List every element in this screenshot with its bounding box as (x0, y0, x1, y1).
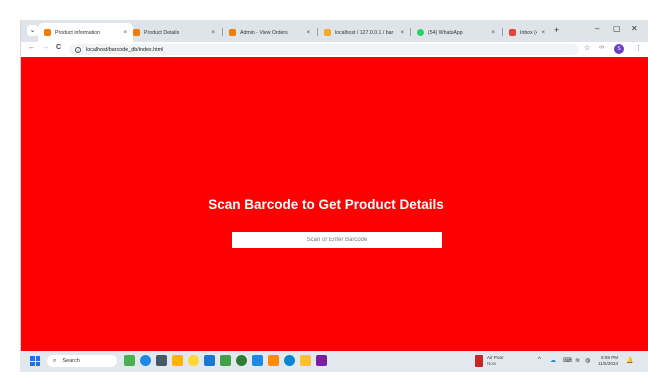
taskbar-search[interactable]: ⌕ Search (47, 355, 117, 367)
favicon-icon (417, 29, 424, 36)
system-clock[interactable]: 6:59 PM 11/5/2024 (598, 355, 618, 367)
tab-admin-view-orders[interactable]: Admin - View Orders × (223, 23, 316, 42)
taskbar-app-icon[interactable] (220, 355, 231, 366)
browser-window: ⌄ Product information × Product Details … (20, 20, 648, 372)
forward-icon[interactable]: → (42, 44, 49, 51)
tab-gmail-inbox[interactable]: Inbox (4,196) - siddhi.thi × (503, 23, 551, 42)
browser-toolbar: ← → C i localhost/barcode_db/index.html … (21, 42, 648, 57)
gmail-icon (509, 29, 516, 36)
notification-bell-icon[interactable]: 🔔 (626, 357, 633, 364)
taskbar-app-icon[interactable] (284, 355, 295, 366)
new-tab-button[interactable]: + (554, 25, 559, 35)
tab-title: (54) WhatsApp (428, 29, 463, 36)
chevron-up-icon[interactable]: ^ (538, 357, 541, 363)
taskbar: ⌕ Search Air Poor Now ^ ☁ ⌨ ≋ ◍ 6:59 PM … (20, 351, 648, 372)
taskbar-app-icon[interactable] (204, 355, 215, 366)
taskbar-app-icon[interactable] (316, 355, 327, 366)
keyboard-icon[interactable]: ⌨ (563, 357, 572, 364)
tab-whatsapp[interactable]: (54) WhatsApp × (411, 23, 501, 42)
taskbar-app-icon[interactable] (252, 355, 263, 366)
back-icon[interactable]: ← (28, 44, 35, 51)
tab-search-icon[interactable]: ⌄ (27, 25, 38, 36)
clock-date: 11/5/2024 (598, 361, 619, 366)
onedrive-icon[interactable]: ☁ (550, 357, 556, 364)
taskbar-app-icon[interactable] (236, 355, 247, 366)
taskbar-app-icon[interactable] (188, 355, 199, 366)
extension-icon[interactable]: ∞ (599, 44, 604, 51)
tab-product-information[interactable]: Product information × (38, 23, 133, 42)
favicon-icon (133, 29, 140, 36)
taskbar-app-icon[interactable] (268, 355, 279, 366)
profile-avatar[interactable]: S (614, 44, 624, 54)
air-quality-icon (475, 355, 483, 367)
weather-widget[interactable]: Air Poor Now (487, 355, 504, 367)
taskbar-app-icon[interactable] (156, 355, 167, 366)
taskbar-app-icon[interactable] (124, 355, 135, 366)
favicon-icon (324, 29, 331, 36)
barcode-input[interactable] (232, 232, 442, 248)
address-text: localhost/barcode_db/index.html (86, 46, 164, 53)
close-tab-icon[interactable]: × (491, 30, 495, 36)
page-content: Scan Barcode to Get Product Details (21, 57, 648, 371)
volume-icon[interactable]: ◍ (585, 357, 590, 364)
close-tab-icon[interactable]: × (400, 30, 404, 36)
close-tab-icon[interactable]: × (211, 30, 215, 36)
close-tab-icon[interactable]: × (306, 30, 310, 36)
reload-icon[interactable]: C (56, 44, 61, 51)
windows-start-icon[interactable] (30, 356, 40, 366)
maximize-icon[interactable]: ▢ (613, 24, 621, 33)
search-icon: ⌕ (53, 357, 57, 364)
tab-title: localhost / 127.0.0.1 / bar (335, 29, 394, 36)
site-info-icon[interactable]: i (75, 46, 81, 53)
tab-product-details[interactable]: Product Details × (127, 23, 221, 42)
close-window-icon[interactable]: ✕ (631, 24, 638, 33)
taskbar-app-icon[interactable] (300, 355, 311, 366)
page-title: Scan Barcode to Get Product Details (208, 197, 444, 212)
bookmark-star-icon[interactable]: ☆ (584, 44, 590, 52)
tab-title: Inbox (4,196) - siddhi.thi (520, 29, 537, 36)
tab-phpmyadmin[interactable]: localhost / 127.0.0.1 / bar × (318, 23, 410, 42)
address-bar[interactable]: i localhost/barcode_db/index.html (69, 44, 579, 55)
wifi-icon[interactable]: ≋ (575, 357, 580, 364)
taskbar-app-icon[interactable] (172, 355, 183, 366)
tab-strip: ⌄ Product information × Product Details … (21, 20, 648, 42)
favicon-icon (44, 29, 51, 36)
tab-title: Product Details (144, 29, 180, 36)
weather-subtitle: Now (487, 361, 497, 366)
tab-title: Product information (55, 29, 100, 36)
taskbar-app-icon[interactable] (140, 355, 151, 366)
tab-title: Admin - View Orders (240, 29, 288, 36)
minimize-icon[interactable]: – (595, 24, 599, 33)
favicon-icon (229, 29, 236, 36)
close-tab-icon[interactable]: × (541, 30, 545, 36)
taskbar-search-label: Search (62, 358, 80, 364)
menu-kebab-icon[interactable]: ⋮ (635, 44, 642, 52)
